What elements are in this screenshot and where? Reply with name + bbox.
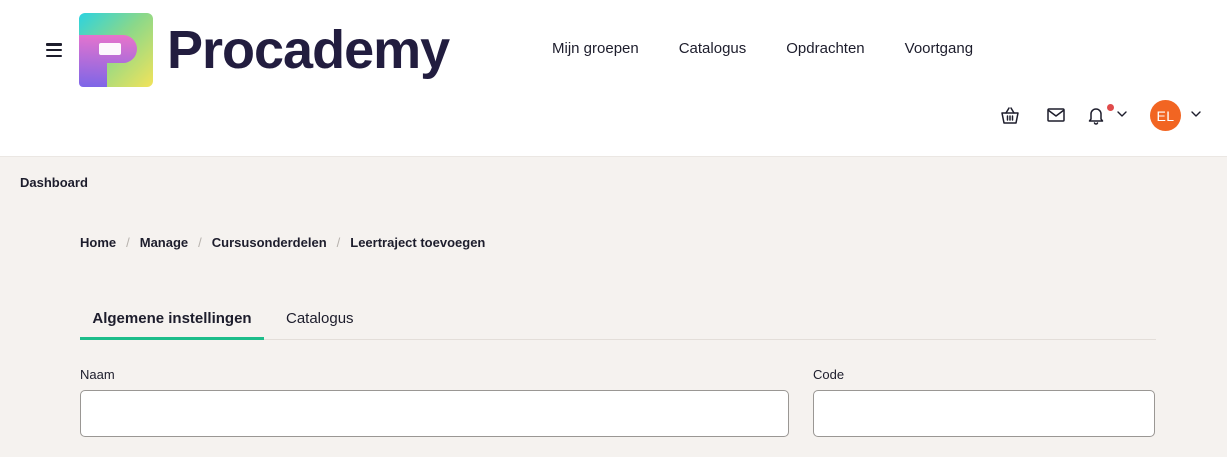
settings-tabs: Algemene instellingen Catalogus xyxy=(80,298,1156,340)
shop-basket-icon[interactable] xyxy=(999,104,1021,126)
menu-icon-bar xyxy=(46,48,62,52)
chevron-down-icon[interactable] xyxy=(1116,108,1128,120)
breadcrumb-home[interactable]: Home xyxy=(80,235,116,250)
notification-badge xyxy=(1107,104,1114,111)
breadcrumb-separator: / xyxy=(126,235,130,250)
breadcrumb-manage[interactable]: Manage xyxy=(140,235,188,250)
name-field[interactable] xyxy=(80,390,789,437)
menu-icon-bar xyxy=(46,54,62,57)
name-field-label: Naam xyxy=(80,367,115,382)
nav-catalogus[interactable]: Catalogus xyxy=(679,40,747,57)
header-actions: EL xyxy=(0,100,1227,132)
menu-icon[interactable] xyxy=(46,43,62,57)
brand-logo[interactable]: Procademy xyxy=(79,13,450,87)
nav-mijn-groepen[interactable]: Mijn groepen xyxy=(552,40,639,57)
tab-catalogus[interactable]: Catalogus xyxy=(286,298,354,340)
notification-bell-icon[interactable] xyxy=(1085,104,1107,126)
breadcrumb-separator: / xyxy=(198,235,202,250)
user-avatar[interactable]: EL xyxy=(1150,100,1181,131)
top-header: Procademy Mijn groepen Catalogus Opdrach… xyxy=(0,0,1227,157)
main-navigation: Mijn groepen Catalogus Opdrachten Voortg… xyxy=(552,40,1013,57)
brand-name: Procademy xyxy=(167,20,450,80)
menu-icon-bar xyxy=(46,43,62,46)
nav-voortgang[interactable]: Voortgang xyxy=(905,40,973,57)
tab-algemene-instellingen[interactable]: Algemene instellingen xyxy=(80,298,264,340)
nav-opdrachten[interactable]: Opdrachten xyxy=(786,40,864,57)
code-field-label: Code xyxy=(813,367,845,382)
breadcrumb-separator: / xyxy=(336,235,341,250)
breadcrumb-current[interactable]: Leertraject toevoegen xyxy=(350,235,485,250)
brand-logo-mark-icon xyxy=(79,13,153,87)
breadcrumb: Home / Manage / Cursusonderdelen / Leert… xyxy=(80,235,485,250)
chevron-down-icon[interactable] xyxy=(1190,108,1202,120)
code-field[interactable] xyxy=(813,390,1155,437)
breadcrumb-cursusonderdelen[interactable]: Cursusonderdelen xyxy=(212,235,327,250)
page-title: Dashboard xyxy=(20,175,88,190)
mail-icon[interactable] xyxy=(1045,104,1067,126)
